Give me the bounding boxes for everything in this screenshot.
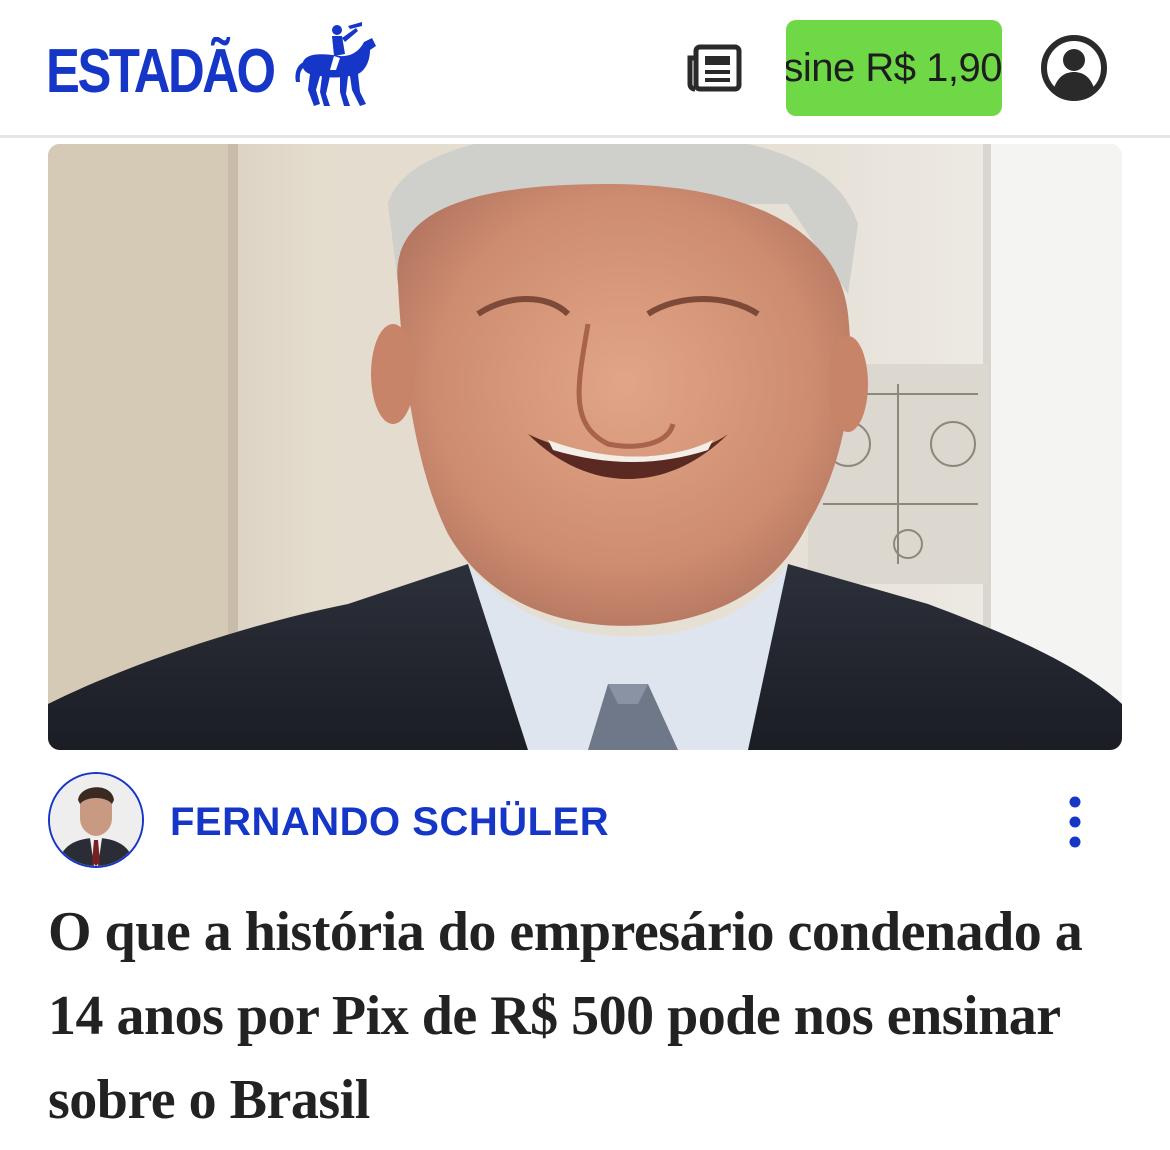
logo-text: ESTADÃO (46, 36, 276, 106)
subscribe-label: Assine R$ 1,90 (786, 45, 1002, 90)
site-header: ESTADÃO Assine R$ 1,90 (0, 0, 1170, 138)
author-avatar[interactable] (48, 772, 144, 868)
author-avatar-image (50, 774, 142, 866)
user-account-icon[interactable] (1040, 34, 1108, 102)
subscribe-button[interactable]: Assine R$ 1,90 (786, 20, 1002, 116)
author-name-link[interactable]: FERNANDO SCHÜLER (170, 800, 609, 845)
horse-rider-logo-icon (295, 22, 376, 106)
author-row: FERNANDO SCHÜLER (48, 772, 1122, 872)
estadao-logo[interactable]: ESTADÃO (46, 22, 376, 116)
vertical-ellipsis-icon[interactable] (1060, 794, 1090, 850)
article-headline[interactable]: O que a história do empresário condenado… (48, 890, 1128, 1142)
hero-image[interactable] (48, 144, 1122, 750)
portrait-photo (48, 144, 1122, 750)
newspaper-icon[interactable] (686, 44, 742, 92)
